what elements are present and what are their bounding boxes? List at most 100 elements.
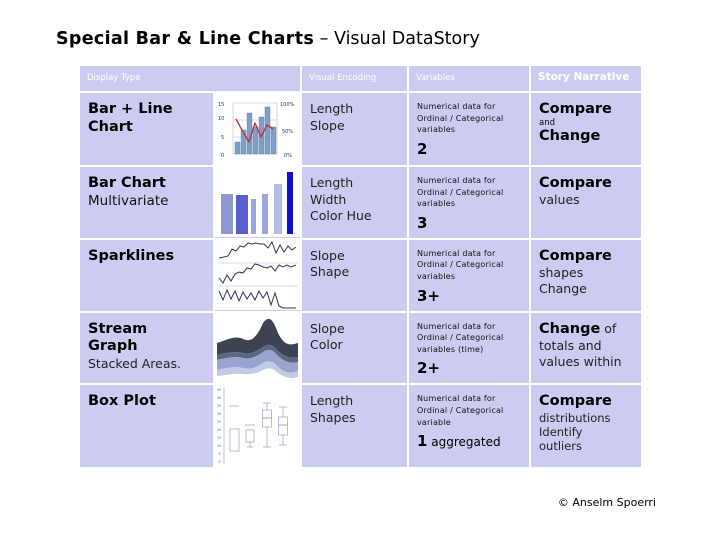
narrative-item: Identify: [539, 424, 583, 439]
svg-text:45: 45: [217, 388, 221, 392]
cell-story-narrative: Compare distributions Identify outliers: [531, 385, 641, 468]
header-cell-story-narrative: Story Narrative: [531, 66, 641, 91]
table-row: Bar Chart Multivariate Length Width Colo…: [80, 167, 641, 238]
svg-text:0: 0: [221, 153, 224, 159]
svg-text:0: 0: [219, 460, 221, 464]
cell-visual-encoding: Slope Color: [302, 312, 407, 384]
variables-description: Numerical data for Ordinal / Categorical…: [417, 248, 504, 281]
display-type-subtitle: Multivariate: [88, 192, 169, 209]
page-title-strong: Special Bar & Line Charts: [56, 29, 315, 49]
variables-description: Numerical data for Ordinal / Categorical…: [417, 176, 504, 209]
cell-display-type: Stream Graph Stacked Areas.: [80, 312, 213, 384]
cell-story-narrative: Compare shapes Change: [531, 239, 641, 311]
svg-text:5: 5: [219, 452, 221, 456]
encoding-item: Slope: [310, 320, 345, 336]
display-type-name: Bar Chart: [88, 175, 166, 191]
cell-thumbnail: [215, 239, 300, 311]
header-cell-display-type: Display Type: [80, 66, 300, 91]
variables-count: 3+: [417, 286, 441, 305]
narrative-item: shapes: [539, 265, 584, 281]
narrative-item: Compare: [539, 247, 612, 264]
page-title-light: Visual DataStory: [333, 29, 480, 49]
svg-text:10: 10: [218, 116, 224, 122]
cell-variables: Numerical data for Ordinal / Categorical…: [409, 312, 529, 384]
cell-visual-encoding: Length Slope: [302, 93, 407, 165]
bar-chart-multivariate-thumbnail: [215, 167, 300, 237]
header-label-visual-encoding: Visual Encoding: [309, 73, 377, 83]
display-type-name: Stream: [88, 320, 148, 337]
bar-line-chart-thumbnail: 15 10 5 0 100% 50% 0%: [215, 93, 300, 165]
variables-count: 2: [417, 139, 428, 158]
variables-description: Numerical data for Ordinal / Categorical…: [417, 321, 504, 354]
variables-count: 1 aggregated: [417, 432, 523, 450]
table-header-row: Display Type Visual Encoding Variables S…: [80, 66, 641, 91]
svg-text:30: 30: [217, 412, 221, 416]
cell-display-type: Sparklines: [80, 239, 213, 311]
chart-comparison-table: Display Type Visual Encoding Variables S…: [78, 64, 643, 469]
table-row: Bar + Line Chart 15 10 5 0 100% 50% 0% Le…: [80, 93, 641, 165]
narrative-item: Change: [539, 281, 587, 297]
header-cell-visual-encoding: Visual Encoding: [302, 66, 407, 91]
narrative-item-tail: of: [600, 320, 617, 336]
encoding-item: Length: [310, 101, 354, 116]
svg-text:0%: 0%: [284, 153, 292, 159]
header-label-display-type: Display Type: [87, 73, 141, 83]
svg-text:5: 5: [221, 135, 224, 141]
display-type-name: Bar + Line: [88, 101, 173, 117]
cell-story-narrative: Compare and Change: [531, 93, 641, 165]
cell-display-type: Bar Chart Multivariate: [80, 167, 213, 238]
narrative-item: Change of: [539, 321, 635, 338]
narrative-item: values: [539, 192, 580, 208]
svg-text:25: 25: [217, 420, 221, 424]
narrative-item-strong: Change: [539, 320, 601, 337]
encoding-item: Slope: [310, 117, 345, 133]
cell-variables: Numerical data for Ordinal / Categorical…: [409, 93, 529, 165]
stream-graph-thumbnail: [215, 312, 300, 383]
narrative-item: distributions: [539, 410, 611, 425]
cell-thumbnail: 45 40 35 30 25 20 15 10 5 0: [215, 385, 300, 468]
cell-visual-encoding: Slope Shape: [302, 239, 407, 311]
narrative-item: totals and: [539, 337, 602, 353]
cell-variables: Numerical data for Ordinal / Categorical…: [409, 167, 529, 238]
header-label-story-narrative: Story Narrative: [538, 71, 630, 83]
variables-count: 3: [417, 213, 428, 232]
encoding-item: Color: [310, 337, 343, 353]
svg-text:100%: 100%: [280, 102, 295, 108]
header-cell-variables: Variables: [409, 66, 529, 91]
table-row: Stream Graph Stacked Areas. Slope Color …: [80, 312, 641, 384]
svg-text:10: 10: [217, 444, 221, 448]
variables-count-suffix: aggregated: [427, 435, 501, 450]
cell-thumbnail: [215, 312, 300, 384]
display-type-name-2: Chart: [88, 118, 133, 135]
encoding-item: Shape: [310, 264, 350, 280]
svg-text:15: 15: [217, 436, 221, 440]
svg-text:35: 35: [217, 404, 221, 408]
encoding-item: Color Hue: [310, 208, 372, 224]
variables-count: 2+: [417, 359, 441, 378]
narrative-item: outliers: [539, 438, 583, 453]
page-title-dash: –: [314, 29, 334, 49]
encoding-item: Width: [310, 191, 347, 207]
table-row: Sparklines Slope Shape Numerical data fo…: [80, 239, 641, 311]
svg-text:15: 15: [218, 102, 224, 108]
narrative-item: Change: [539, 128, 601, 145]
copyright-footer: © Anselm Spoerri: [557, 496, 656, 509]
variables-description: Numerical data for Ordinal / Categorical…: [417, 394, 504, 427]
cell-display-type: Box Plot: [80, 385, 213, 468]
cell-story-narrative: Change of totals and values within: [531, 312, 641, 384]
encoding-item: Length: [310, 393, 354, 409]
cell-visual-encoding: Length Width Color Hue: [302, 167, 407, 238]
narrative-item: values within: [539, 354, 622, 370]
display-type-subtitle: Stacked Areas.: [88, 355, 182, 371]
header-label-variables: Variables: [416, 73, 455, 83]
svg-text:40: 40: [217, 396, 221, 400]
cell-thumbnail: [215, 167, 300, 238]
cell-thumbnail: 15 10 5 0 100% 50% 0%: [215, 93, 300, 165]
svg-text:20: 20: [217, 428, 221, 432]
page-title: Special Bar & Line Charts – Visual DataS…: [56, 29, 480, 49]
display-type-name: Sparklines: [88, 247, 175, 264]
display-type-name: Box Plot: [88, 393, 156, 410]
svg-text:50%: 50%: [282, 129, 293, 135]
narrative-item: Compare: [539, 393, 612, 410]
variables-count-number: 1: [417, 432, 428, 451]
